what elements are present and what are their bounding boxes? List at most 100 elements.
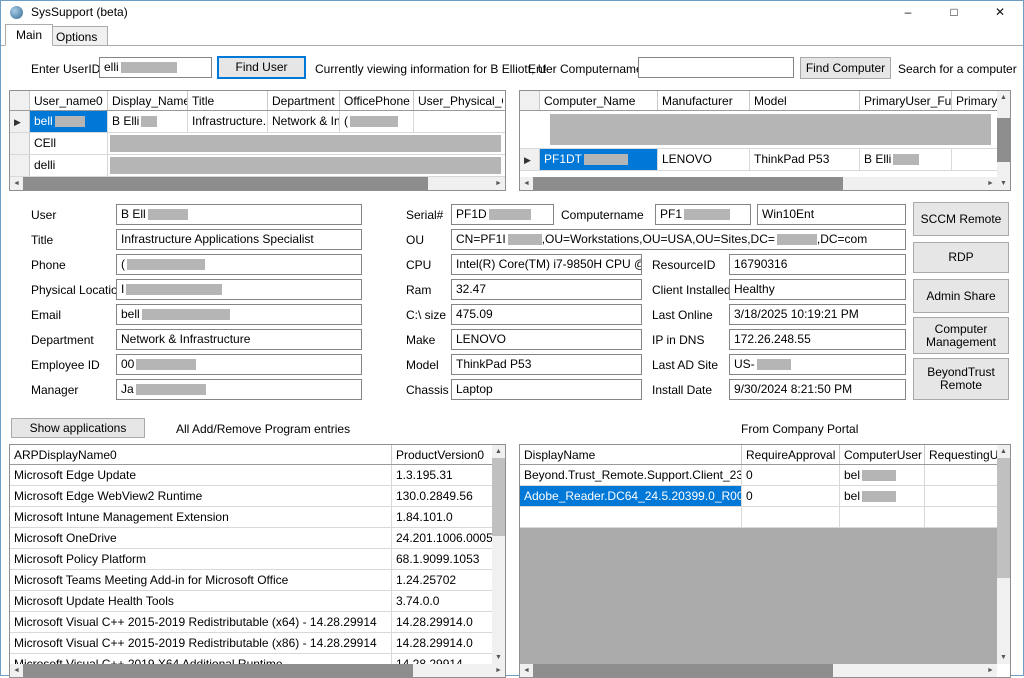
scrollbar-thumb[interactable] — [997, 458, 1010, 578]
portal-grid-vertical-scrollbar[interactable]: ▲ ▼ — [997, 445, 1010, 664]
cell-computer-name[interactable]: PF1DT — [540, 149, 658, 170]
column-header-user-name[interactable]: User_name0 — [30, 91, 108, 110]
manager-field[interactable]: Ja — [116, 379, 362, 400]
scrollbar-track[interactable] — [533, 177, 984, 190]
app-table-row[interactable]: Microsoft OneDrive 24.201.1006.0005 — [10, 528, 505, 549]
cell-app-version[interactable]: 14.28.29914.0 — [392, 612, 492, 632]
user-table-row-selected[interactable]: ▶ bell B Elli Infrastructure... Network … — [10, 111, 505, 133]
column-header-computer-name[interactable]: Computer_Name — [540, 91, 658, 110]
cell-department[interactable]: Network & In... — [268, 111, 340, 132]
admin-share-button[interactable]: Admin Share — [913, 279, 1009, 313]
cell-app-name[interactable]: Microsoft Edge Update — [10, 465, 392, 485]
find-user-button[interactable]: Find User — [217, 56, 306, 79]
app-table-row[interactable]: Microsoft Policy Platform 68.1.9099.1053 — [10, 549, 505, 570]
app-table-row[interactable]: Microsoft Edge WebView2 Runtime 130.0.28… — [10, 486, 505, 507]
cell-title[interactable]: Infrastructure... — [188, 111, 268, 132]
cell-app-name[interactable]: Microsoft Edge WebView2 Runtime — [10, 486, 392, 506]
scroll-right-button[interactable]: ► — [492, 177, 505, 190]
cell-officephone[interactable]: ( — [340, 111, 414, 132]
column-header-model[interactable]: Model — [750, 91, 860, 110]
tab-main[interactable]: Main — [5, 24, 53, 46]
row-selector[interactable]: ▶ — [520, 149, 540, 170]
scroll-up-button[interactable]: ▲ — [997, 91, 1010, 104]
scrollbar-track[interactable] — [23, 664, 492, 677]
scrollbar-thumb[interactable] — [533, 664, 833, 677]
maximize-button[interactable]: □ — [931, 1, 977, 23]
cell-computer-user[interactable] — [840, 507, 925, 527]
applications-grid-vertical-scrollbar[interactable]: ▲ ▼ — [492, 445, 505, 664]
model-field[interactable]: ThinkPad P53 — [451, 354, 642, 375]
title-field[interactable]: Infrastructure Applications Specialist — [116, 229, 362, 250]
last-online-field[interactable]: 3/18/2025 10:19:21 PM — [729, 304, 906, 325]
cell-computer-user[interactable]: bel — [840, 465, 925, 485]
close-button[interactable]: ✕ — [977, 1, 1023, 23]
app-table-row[interactable]: Microsoft Intune Management Extension 1.… — [10, 507, 505, 528]
cell-app-name[interactable]: Microsoft Intune Management Extension — [10, 507, 392, 527]
scroll-right-button[interactable]: ► — [984, 664, 997, 677]
cell-require-approval[interactable]: 0 — [742, 486, 840, 506]
column-header-officephone[interactable]: OfficePhone — [340, 91, 414, 110]
app-table-row[interactable]: Microsoft Visual C++ 2015-2019 Redistrib… — [10, 633, 505, 654]
cell-manufacturer[interactable]: LENOVO — [658, 149, 750, 170]
sccm-remote-button[interactable]: SCCM Remote — [913, 202, 1009, 236]
computername-field[interactable]: PF1 — [655, 204, 751, 225]
scroll-up-button[interactable]: ▲ — [492, 445, 505, 458]
employee-id-field[interactable]: 00 — [116, 354, 362, 375]
scrollbar-thumb[interactable] — [533, 177, 843, 190]
scroll-left-button[interactable]: ◄ — [10, 177, 23, 190]
cell-portal-display-name[interactable] — [520, 507, 742, 527]
cell-require-approval[interactable]: 0 — [742, 465, 840, 485]
ip-in-dns-field[interactable]: 172.26.248.55 — [729, 329, 906, 350]
user-table-row[interactable]: CEll — [10, 133, 505, 155]
column-header-requesting-user[interactable]: RequestingUse — [925, 445, 997, 464]
app-table-row[interactable]: Microsoft Update Health Tools 3.74.0.0 — [10, 591, 505, 612]
cell-portal-display-name[interactable]: Beyond.Trust_Remote.Support.Client_23.2.… — [520, 465, 742, 485]
serial-field[interactable]: PF1D — [451, 204, 554, 225]
cell-require-approval[interactable] — [742, 507, 840, 527]
portal-table-row[interactable] — [520, 507, 997, 528]
cell-computer-user[interactable]: bel — [840, 486, 925, 506]
last-ad-site-field[interactable]: US- — [729, 354, 906, 375]
resourceid-field[interactable]: 16790316 — [729, 254, 906, 275]
cell-app-name[interactable]: Microsoft Policy Platform — [10, 549, 392, 569]
scroll-down-button[interactable]: ▼ — [997, 651, 1010, 664]
scroll-down-button[interactable]: ▼ — [492, 651, 505, 664]
email-field[interactable]: bell — [116, 304, 362, 325]
row-selector[interactable]: ▶ — [10, 111, 30, 132]
client-installed-field[interactable]: Healthy — [729, 279, 906, 300]
cell-requesting-user[interactable] — [925, 507, 997, 527]
app-table-row[interactable]: Microsoft Edge Update 1.3.195.31 — [10, 465, 505, 486]
scroll-left-button[interactable]: ◄ — [520, 177, 533, 190]
scroll-right-button[interactable]: ► — [492, 664, 505, 677]
scrollbar-thumb[interactable] — [23, 664, 413, 677]
ram-field[interactable]: 32.47 — [451, 279, 642, 300]
scroll-up-button[interactable]: ▲ — [997, 445, 1010, 458]
row-header-corner[interactable] — [10, 91, 30, 110]
cell-app-version[interactable]: 24.201.1006.0005 — [392, 528, 492, 548]
column-header-department[interactable]: Department — [268, 91, 340, 110]
cell-primary-user[interactable]: B Elli — [860, 149, 952, 170]
os-edition-field[interactable]: Win10Ent — [757, 204, 906, 225]
row-header-corner[interactable] — [520, 91, 540, 110]
beyondtrust-remote-button[interactable]: BeyondTrust Remote — [913, 358, 1009, 400]
scroll-left-button[interactable]: ◄ — [10, 664, 23, 677]
show-applications-button[interactable]: Show applications — [11, 418, 145, 438]
column-header-title[interactable]: Title — [188, 91, 268, 110]
cell-app-name[interactable]: Microsoft Update Health Tools — [10, 591, 392, 611]
computer-grid-vertical-scrollbar[interactable]: ▲ ▼ — [997, 91, 1010, 190]
column-header-product-version[interactable]: ProductVersion0 — [392, 445, 492, 464]
cell-app-version[interactable]: 14.28.29914.0 — [392, 633, 492, 653]
computer-table-row-selected[interactable]: ▶ PF1DT LENOVO ThinkPad P53 B Elli — [520, 149, 997, 171]
scroll-down-button[interactable]: ▼ — [997, 177, 1010, 190]
cell-primary-u[interactable] — [952, 149, 997, 170]
cell-app-version[interactable]: 1.3.195.31 — [392, 465, 492, 485]
cell-requesting-user[interactable] — [925, 486, 997, 506]
portal-table-row[interactable]: Beyond.Trust_Remote.Support.Client_23.2.… — [520, 465, 997, 486]
make-field[interactable]: LENOVO — [451, 329, 642, 350]
install-date-field[interactable]: 9/30/2024 8:21:50 PM — [729, 379, 906, 400]
cell-app-version[interactable]: 3.74.0.0 — [392, 591, 492, 611]
column-header-display-name[interactable]: DisplayName — [520, 445, 742, 464]
column-header-require-approval[interactable]: RequireApproval — [742, 445, 840, 464]
scrollbar-thumb[interactable] — [492, 458, 505, 536]
app-table-row[interactable]: Microsoft Visual C++ 2015-2019 Redistrib… — [10, 612, 505, 633]
